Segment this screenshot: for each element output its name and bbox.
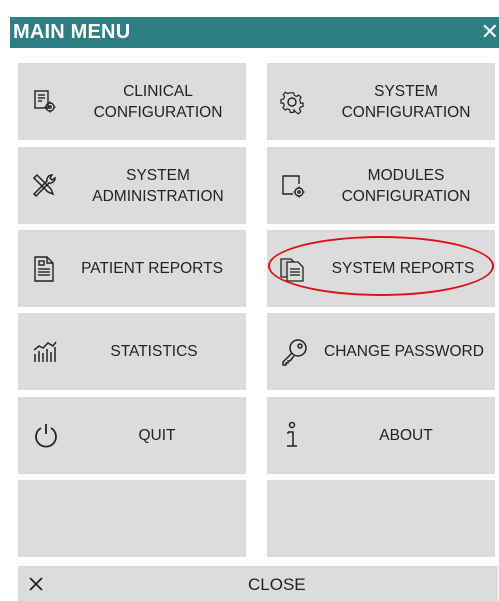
clinical-configuration-button[interactable]: CLINICAL CONFIGURATION <box>18 63 246 140</box>
modules-configuration-button[interactable]: MODULES CONFIGURATION <box>267 147 495 224</box>
statistics-icon <box>32 340 58 364</box>
quit-label: QUIT <box>138 427 176 444</box>
tools-icon <box>30 172 58 200</box>
statistics-button[interactable]: STATISTICS <box>18 313 246 390</box>
patient-reports-label: PATIENT REPORTS <box>81 260 223 277</box>
clinical-configuration-label: CLINICAL CONFIGURATION <box>93 82 223 121</box>
modules-config-icon <box>279 172 307 200</box>
reports-icon <box>279 255 307 283</box>
change-password-button[interactable]: CHANGE PASSWORD <box>267 313 495 390</box>
empty-tile-left <box>18 480 246 557</box>
system-configuration-label: SYSTEM CONFIGURATION <box>341 82 471 121</box>
document-icon <box>32 255 56 283</box>
patient-reports-button[interactable]: PATIENT REPORTS <box>18 230 246 307</box>
close-label: CLOSE <box>248 575 306 594</box>
info-icon <box>281 421 303 451</box>
quit-button[interactable]: QUIT <box>18 397 246 474</box>
about-label: ABOUT <box>379 427 433 444</box>
empty-tile-right <box>267 480 495 557</box>
clinical-config-icon <box>32 89 58 115</box>
system-reports-label: SYSTEM REPORTS <box>331 260 475 277</box>
about-button[interactable]: ABOUT <box>267 397 495 474</box>
gear-icon <box>279 89 305 115</box>
system-administration-label: SYSTEM ADMINISTRATION <box>92 166 224 205</box>
window-title: MAIN MENU <box>13 21 131 43</box>
system-reports-button[interactable]: SYSTEM REPORTS <box>267 230 495 307</box>
power-icon <box>32 422 60 450</box>
statistics-label: STATISTICS <box>110 343 198 360</box>
system-administration-button[interactable]: SYSTEM ADMINISTRATION <box>18 147 246 224</box>
main-menu-titlebar: MAIN MENU ✕ <box>10 17 499 48</box>
close-button[interactable]: CLOSE <box>18 566 498 601</box>
close-icon <box>28 576 44 592</box>
modules-configuration-label: MODULES CONFIGURATION <box>341 166 471 205</box>
change-password-label: CHANGE PASSWORD <box>324 343 484 360</box>
window-close-icon[interactable]: ✕ <box>481 19 499 45</box>
key-icon <box>279 337 309 367</box>
system-configuration-button[interactable]: SYSTEM CONFIGURATION <box>267 63 495 140</box>
